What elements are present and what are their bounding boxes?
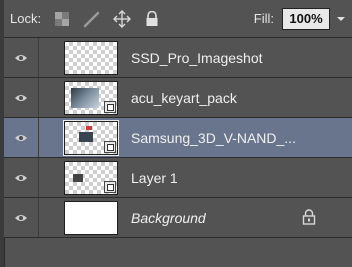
layer-row[interactable]: SSD_Pro_Imageshot	[4, 38, 352, 78]
eye-icon	[15, 214, 27, 221]
lock-label: Lock:	[10, 11, 42, 26]
lock-fill-bar: Lock: Fill: 100%	[4, 0, 352, 38]
lock-position-icon[interactable]	[112, 9, 132, 29]
eye-icon	[15, 174, 27, 181]
layer-thumbnail[interactable]	[64, 40, 118, 75]
layer-thumbnail[interactable]	[64, 80, 118, 115]
layer-row[interactable]: Layer 1	[4, 158, 352, 198]
eye-icon	[15, 134, 27, 141]
smart-object-icon	[104, 180, 116, 193]
smart-object-icon	[104, 100, 116, 113]
smart-object-icon	[104, 140, 116, 153]
layer-row-selected[interactable]: Samsung_3D_V-NAND_...	[4, 118, 352, 158]
layer-name[interactable]: SSD_Pro_Imageshot	[131, 50, 263, 66]
lock-image-pixels-icon[interactable]	[82, 9, 102, 29]
thumbnail-image	[79, 131, 93, 142]
fill-dropdown-arrow-icon[interactable]	[330, 8, 352, 30]
layer-row[interactable]: acu_keyart_pack	[4, 78, 352, 118]
layer-thumbnail[interactable]	[64, 160, 118, 195]
visibility-toggle[interactable]	[4, 78, 39, 117]
layer-thumbnail[interactable]	[63, 119, 119, 156]
layer-name[interactable]: acu_keyart_pack	[131, 90, 237, 106]
lock-transparent-pixels-icon[interactable]	[52, 9, 72, 29]
layers-list: SSD_Pro_Imageshot acu_keyart_pack Samsun…	[4, 38, 352, 238]
eye-icon	[15, 54, 27, 61]
visibility-toggle[interactable]	[4, 118, 39, 157]
fill-opacity-input[interactable]: 100%	[282, 7, 330, 30]
fill-label: Fill:	[253, 11, 274, 26]
thumbnail-red-mark	[86, 125, 92, 130]
layer-row-background[interactable]: Background	[4, 198, 352, 238]
layer-name[interactable]: Layer 1	[131, 170, 178, 186]
visibility-toggle[interactable]	[4, 158, 39, 197]
visibility-toggle[interactable]	[4, 38, 39, 77]
layer-name[interactable]: Background	[131, 210, 206, 226]
visibility-toggle[interactable]	[4, 198, 39, 237]
lock-all-icon[interactable]	[142, 9, 162, 29]
thumbnail-image	[73, 173, 83, 182]
eye-icon	[15, 94, 27, 101]
thumbnail-image	[71, 87, 99, 108]
layers-panel: Lock: Fill: 100% SSD_Pro_Imageshot acu_k…	[0, 0, 352, 267]
layer-name[interactable]: Samsung_3D_V-NAND_...	[131, 130, 296, 146]
layer-thumbnail[interactable]	[64, 200, 118, 235]
layer-lock-icon	[302, 209, 316, 225]
